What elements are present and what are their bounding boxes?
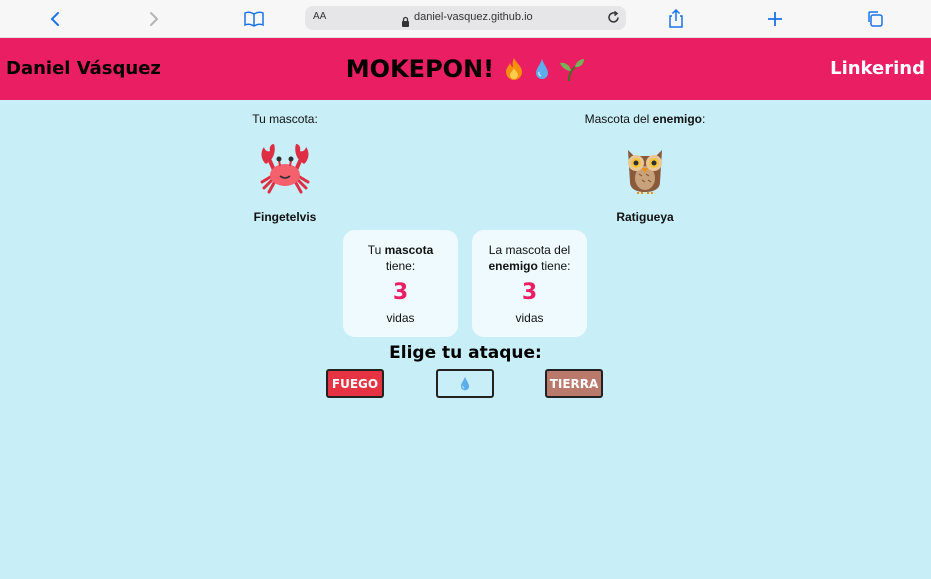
enemy-lives-prefix: La mascota del bbox=[488, 243, 571, 257]
player-pet-panel: Tu mascota: Fingetelvis bbox=[205, 112, 365, 224]
enemy-pet-panel: Mascota del enemigo: Ratigueya bbox=[565, 112, 725, 224]
water-attack-button[interactable] bbox=[436, 369, 494, 398]
back-icon[interactable] bbox=[44, 8, 66, 30]
owl-icon bbox=[565, 128, 725, 208]
tabs-overview-icon[interactable] bbox=[864, 8, 886, 30]
player-lives-label: Tu mascota tiene: bbox=[343, 230, 458, 274]
player-lives-count: 3 bbox=[392, 280, 409, 305]
fire-icon bbox=[506, 58, 523, 80]
share-icon[interactable] bbox=[665, 8, 687, 30]
player-pet-label: Tu mascota: bbox=[252, 112, 318, 126]
new-tab-icon[interactable] bbox=[764, 8, 786, 30]
enemy-label-prefix: Mascota del bbox=[584, 112, 653, 126]
url-text: daniel-vasquez.github.io bbox=[414, 11, 533, 23]
player-lives-card: Tu mascota tiene: 3 vidas bbox=[343, 230, 458, 337]
enemy-lives-unit: vidas bbox=[515, 311, 544, 325]
enemy-lives-card: La mascota del enemigo tiene: 3 vidas bbox=[472, 230, 587, 337]
enemy-label-suffix: : bbox=[702, 112, 706, 126]
enemy-lives-bold: enemigo bbox=[488, 259, 538, 273]
attack-title: Elige tu ataque: bbox=[389, 343, 542, 363]
player-lives-suffix: tiene: bbox=[385, 259, 416, 273]
water-drop-icon bbox=[460, 376, 470, 391]
player-lives-unit: vidas bbox=[386, 311, 415, 325]
earth-attack-button[interactable]: TIERRA bbox=[545, 369, 603, 398]
reader-aa-button[interactable]: AA bbox=[313, 11, 326, 22]
enemy-pet-label: Mascota del enemigo: bbox=[565, 112, 725, 128]
site-header: Daniel Vásquez MOKEPON! Linkerind bbox=[0, 38, 931, 100]
enemy-label-bold: enemigo bbox=[652, 112, 703, 126]
player-pet-name: Fingetelvis bbox=[253, 210, 317, 224]
address-bar[interactable]: AA daniel-vasquez.github.io bbox=[305, 6, 626, 30]
bookmarks-icon[interactable] bbox=[243, 8, 265, 30]
enemy-lives-count: 3 bbox=[521, 280, 538, 305]
game-title: MOKEPON! bbox=[0, 54, 931, 83]
forward-icon[interactable] bbox=[143, 8, 165, 30]
browser-toolbar: AA daniel-vasquez.github.io bbox=[0, 0, 931, 38]
lock-icon bbox=[401, 12, 410, 31]
seedling-icon bbox=[560, 59, 585, 82]
enemy-pet-name: Ratigueya bbox=[616, 210, 674, 224]
reload-icon[interactable] bbox=[606, 10, 621, 29]
player-lives-prefix: Tu bbox=[367, 243, 385, 257]
player-lives-bold: mascota bbox=[384, 243, 434, 257]
water-drop-icon bbox=[535, 59, 548, 79]
fire-attack-button[interactable]: FUEGO bbox=[326, 369, 384, 398]
enemy-lives-label: La mascota del enemigo tiene: bbox=[472, 230, 587, 274]
linkedin-link[interactable]: Linkerind bbox=[830, 58, 925, 79]
crab-icon bbox=[205, 128, 365, 208]
game-title-text: MOKEPON! bbox=[345, 55, 495, 83]
enemy-lives-suffix: tiene: bbox=[537, 259, 571, 273]
